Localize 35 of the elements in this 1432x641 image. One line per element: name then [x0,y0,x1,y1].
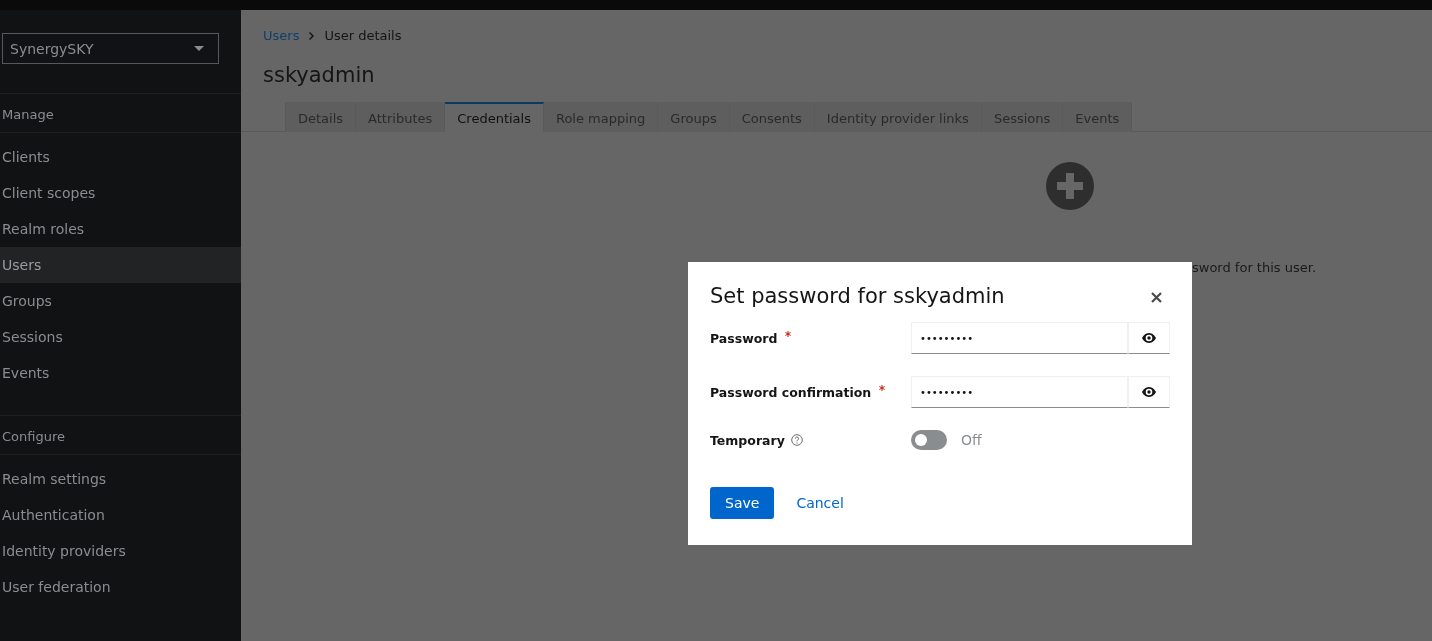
field-label: Password [710,330,778,346]
nav-item[interactable]: Identity providers [0,533,241,569]
nav-item[interactable]: Authentication [0,497,241,533]
field-label: Temporary [710,432,785,448]
password-field[interactable]: ••••••••• [911,376,1128,408]
nav-item[interactable]: Users [0,247,241,283]
nav-item[interactable]: Clients [0,139,241,175]
cancel-link[interactable]: Cancel [796,487,844,519]
nav-item[interactable]: Realm settings [0,461,241,497]
realm-selector[interactable]: SynergySKY [2,33,219,64]
help-icon [790,434,803,446]
close-icon [1151,291,1162,303]
eye-icon [1142,387,1156,397]
nav-item[interactable]: Realm roles [0,211,241,247]
nav-item[interactable]: Sessions [0,319,241,355]
breadcrumb-current: User details [324,28,402,43]
save-button[interactable]: Save [710,487,775,519]
eye-icon [1142,333,1156,343]
nav-item[interactable]: Client scopes [0,175,241,211]
chevron-icon [309,31,315,40]
nav-item[interactable]: User federation [0,569,241,605]
show-password-button[interactable] [1128,376,1170,408]
nav-item[interactable]: Events [0,355,241,391]
nav-item[interactable]: Groups [0,283,241,319]
page-title: sskyadmin [263,63,376,87]
password-field[interactable]: ••••••••• [911,322,1128,354]
show-password-button[interactable] [1128,322,1170,354]
tab[interactable]: Credentials [445,102,544,132]
plus-circle-icon [1046,162,1094,210]
caret-icon [194,46,204,51]
toggle-switch[interactable] [911,430,947,450]
field-label: Password confirmation [710,384,872,400]
empty-state-text: sword for this user. [1192,260,1317,275]
toggle-state-text: Off [961,432,982,448]
dialog-title: Set password for sskyadmin [710,284,1005,308]
